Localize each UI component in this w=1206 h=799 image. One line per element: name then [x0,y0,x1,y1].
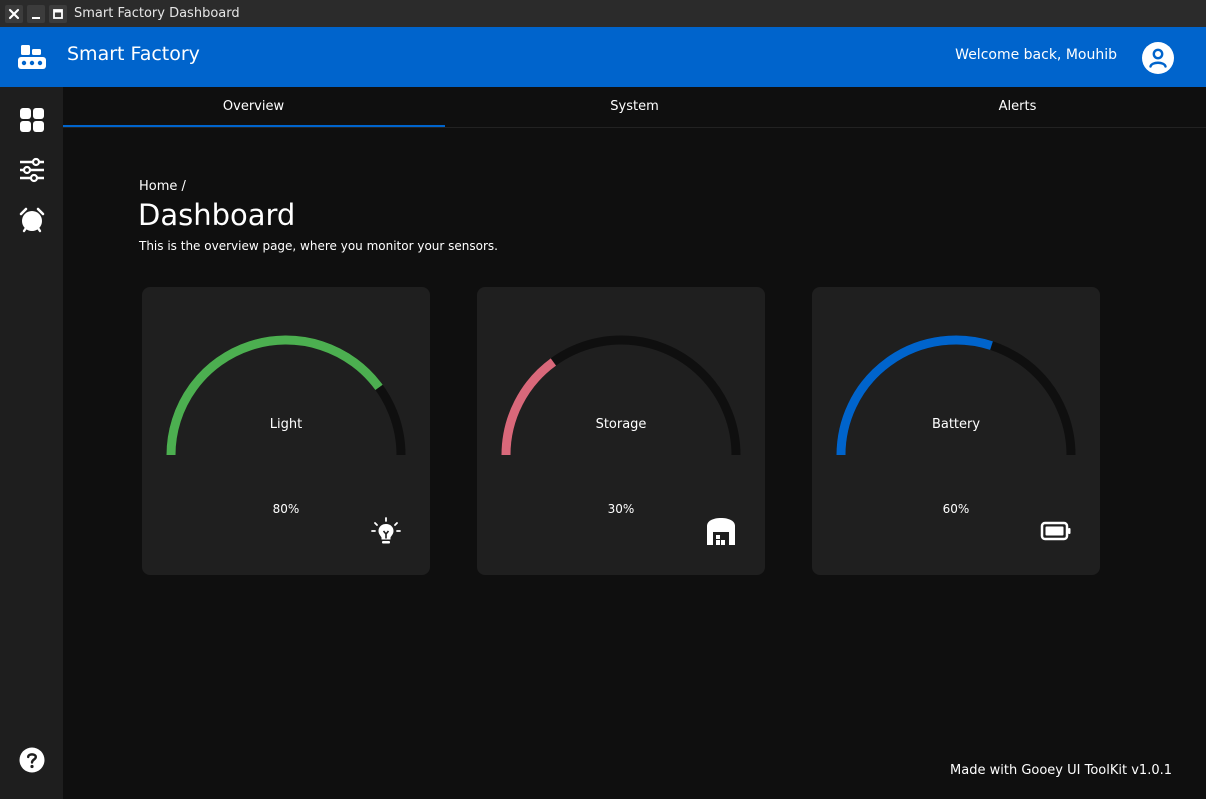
battery-icon [1040,521,1071,541]
gauge-track [836,335,1076,456]
gauge-fill [501,358,557,456]
page-subtitle: This is the overview page, where you mon… [139,239,498,253]
window-title: Smart Factory Dashboard [74,6,240,21]
gauge-track [166,335,406,456]
dashboard-grid-icon[interactable] [19,107,45,133]
light-gauge [166,335,406,456]
storage-gauge [501,335,741,456]
tab-overview[interactable]: Overview [63,87,445,127]
gauge-value: 80% [272,502,300,516]
tab-alerts[interactable]: Alerts [827,87,1206,126]
help-icon[interactable] [19,747,45,773]
sidebar [0,87,63,799]
minimize-window-button[interactable] [27,4,45,23]
app-window: Smart Factory Dashboard Smart Factory We… [0,0,1206,799]
minimize-icon [32,16,40,19]
gauge-fill [836,335,993,456]
light-sensor-card: Light 80% [142,287,430,575]
maximize-window-button[interactable] [49,4,67,23]
gauge-fill [166,335,383,456]
lightbulb-icon [371,517,401,544]
tab-label: Alerts [998,99,1037,114]
title-bar: Smart Factory Dashboard [0,0,1206,27]
storage-sensor-card: Storage 30% [477,287,765,575]
alarm-icon[interactable] [19,207,45,233]
maximize-icon [53,8,63,19]
footer-credit: Made with Gooey UI ToolKit v1.0.1 [950,763,1172,778]
gauge-value: 30% [607,502,635,516]
warehouse-icon [707,518,735,545]
gauge-value: 60% [942,502,970,516]
battery-sensor-card: Battery 60% [812,287,1100,575]
tab-label: Overview [222,99,285,114]
user-avatar-icon[interactable] [1142,42,1174,74]
app-title: Smart Factory [67,43,200,65]
welcome-message: Welcome back, Mouhib [955,47,1117,63]
gauge-label: Storage [595,417,647,432]
breadcrumb[interactable]: Home / [139,179,186,194]
close-window-button[interactable] [5,4,23,23]
app-header: Smart Factory Welcome back, Mouhib [0,27,1206,87]
battery-gauge [836,335,1076,456]
gauge-label: Light [269,417,303,432]
close-icon [8,8,20,19]
factory-logo-icon [18,45,46,69]
gauge-track [501,335,741,456]
page-title: Dashboard [138,198,296,232]
tab-bar: Overview System Alerts [63,87,1206,128]
tab-label: System [610,99,659,114]
sliders-icon[interactable] [19,157,45,183]
gauge-label: Battery [931,417,981,432]
tab-system[interactable]: System [444,87,825,126]
